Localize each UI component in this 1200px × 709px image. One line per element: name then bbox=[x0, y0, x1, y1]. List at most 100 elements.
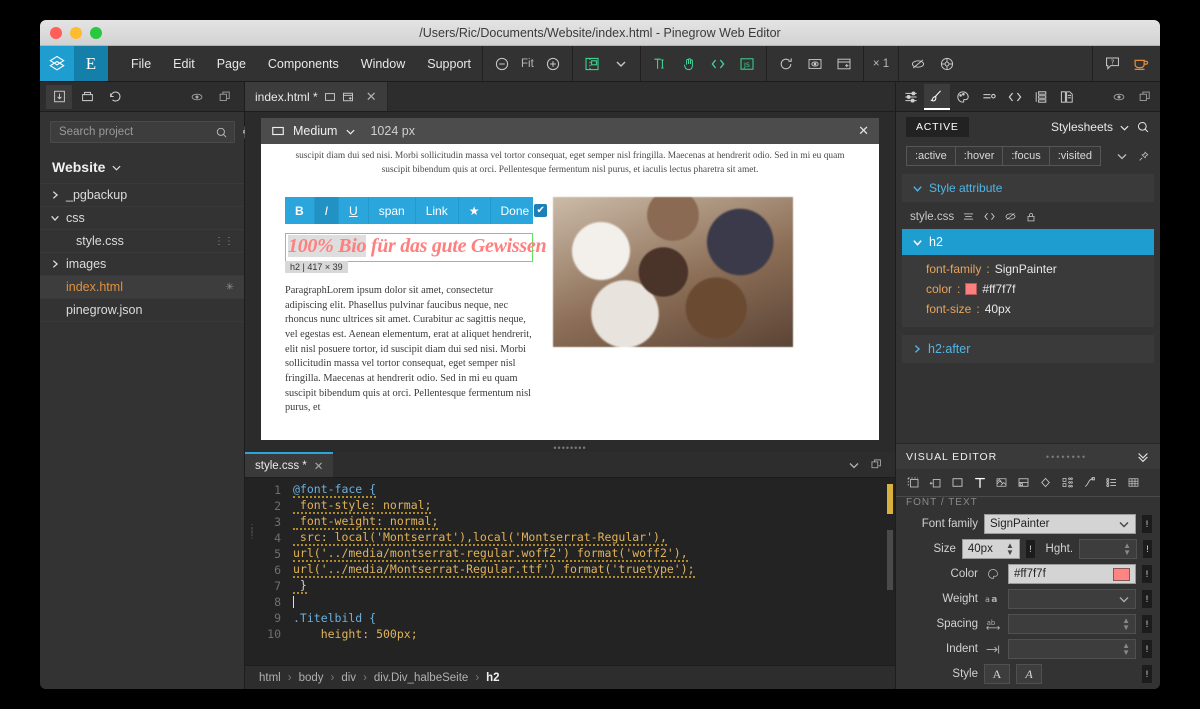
weight-important-toggle[interactable]: ! bbox=[1142, 590, 1152, 608]
font-style-normal-button[interactable]: A bbox=[984, 664, 1010, 684]
menu-support[interactable]: Support bbox=[416, 51, 482, 77]
line-height-stepper[interactable]: ▲ ▼ bbox=[1079, 539, 1138, 559]
list-style-icon[interactable] bbox=[1102, 473, 1121, 493]
lock-icon[interactable] bbox=[1025, 211, 1037, 223]
help-icon[interactable]: ? bbox=[1102, 54, 1122, 74]
chevron-down-icon[interactable] bbox=[345, 126, 356, 137]
tree-item-pgbackup[interactable]: _pgbackup bbox=[40, 183, 244, 206]
tree-item-pinegrow-json[interactable]: pinegrow.json bbox=[40, 298, 244, 321]
tree-item-css[interactable]: css bbox=[40, 206, 244, 229]
margin-icon[interactable] bbox=[904, 473, 923, 493]
background-icon[interactable] bbox=[992, 473, 1011, 493]
css-rule-h2-after[interactable]: h2:after bbox=[902, 335, 1154, 363]
close-code-tab-icon[interactable]: ✕ bbox=[314, 459, 324, 473]
undo-icon[interactable] bbox=[102, 85, 128, 109]
breadcrumb-item-html[interactable]: html bbox=[259, 672, 281, 684]
panel-resize-handle[interactable]: •••••••• bbox=[245, 443, 895, 453]
style-important-toggle[interactable]: ! bbox=[1142, 665, 1152, 683]
stepper-arrows-icon[interactable]: ▲ ▼ bbox=[1123, 542, 1131, 557]
pinegrow-logo-icon[interactable] bbox=[40, 46, 74, 81]
tree-structure-icon[interactable] bbox=[1028, 84, 1054, 110]
search-box[interactable] bbox=[50, 121, 235, 143]
color-swatch[interactable] bbox=[1113, 567, 1130, 581]
chevron-down-icon[interactable] bbox=[50, 213, 66, 223]
properties-sliders-icon[interactable] bbox=[898, 84, 924, 110]
typography-icon[interactable] bbox=[970, 473, 989, 493]
font-size-important-toggle[interactable]: ! bbox=[1025, 540, 1035, 558]
breadcrumb-item-body[interactable]: body bbox=[299, 672, 324, 684]
heading-text[interactable]: 100% Bio für das gute Gewissen bbox=[286, 234, 547, 261]
letter-spacing-stepper[interactable]: ▲ ▼ bbox=[1008, 614, 1136, 634]
color-important-toggle[interactable]: ! bbox=[1142, 565, 1152, 583]
chevron-down-icon[interactable] bbox=[111, 162, 122, 173]
zoom-out-icon[interactable] bbox=[492, 54, 512, 74]
stepper-arrows-icon[interactable]: ▲ ▼ bbox=[1122, 617, 1130, 632]
declaration-color[interactable]: color: #ff7f7f bbox=[902, 279, 1154, 299]
chevron-down-icon[interactable] bbox=[611, 54, 631, 74]
grid-layout-icon[interactable] bbox=[582, 54, 602, 74]
color-input[interactable]: #ff7f7f bbox=[1008, 564, 1136, 584]
chevron-right-icon[interactable] bbox=[50, 259, 66, 269]
muffins-photo[interactable] bbox=[553, 197, 793, 348]
toggle-visibility-icon[interactable] bbox=[1106, 84, 1132, 110]
state-hover[interactable]: :hover bbox=[954, 146, 1004, 166]
zoom-in-icon[interactable] bbox=[543, 54, 563, 74]
toggle-visibility-icon[interactable] bbox=[184, 85, 210, 109]
declaration-font-family[interactable]: font-family: SignPainter bbox=[902, 259, 1154, 279]
menu-page[interactable]: Page bbox=[206, 51, 257, 77]
state-focus[interactable]: :focus bbox=[1002, 146, 1050, 166]
device-icon[interactable] bbox=[271, 124, 285, 138]
stylesheet-name[interactable]: style.css bbox=[910, 211, 954, 223]
code-tag-icon[interactable] bbox=[1002, 84, 1028, 110]
coffee-cup-icon[interactable] bbox=[1131, 54, 1151, 74]
selected-heading-element[interactable]: 100% Bio für das gute Gewissen h2 | 417 … bbox=[285, 233, 547, 274]
tree-item-style-css[interactable]: style.css ⋮⋮ bbox=[40, 229, 244, 252]
spacing-important-toggle[interactable]: ! bbox=[1142, 615, 1152, 633]
done-button[interactable]: Done ✔ bbox=[491, 197, 558, 224]
layout-icon[interactable] bbox=[1014, 473, 1033, 493]
add-window-icon[interactable] bbox=[834, 54, 854, 74]
underline-button[interactable]: U bbox=[339, 197, 369, 225]
font-size-stepper[interactable]: 40px ▲ ▼ bbox=[961, 539, 1020, 559]
box-icon[interactable] bbox=[948, 473, 967, 493]
style-brush-icon[interactable] bbox=[924, 83, 950, 110]
chevron-down-icon[interactable] bbox=[1116, 150, 1128, 163]
breadcrumb-item-h2[interactable]: h2 bbox=[486, 672, 499, 684]
editor-scroll-marker[interactable] bbox=[887, 484, 893, 514]
hand-select-icon[interactable] bbox=[679, 54, 699, 74]
breadcrumb-item-div-halbeseite[interactable]: div.Div_halbeSeite bbox=[374, 672, 468, 684]
font-family-important-toggle[interactable]: ! bbox=[1142, 515, 1152, 533]
menu-window[interactable]: Window bbox=[350, 51, 416, 77]
effects-icon[interactable] bbox=[1058, 473, 1077, 493]
table-icon[interactable] bbox=[1124, 473, 1143, 493]
tree-item-images[interactable]: images bbox=[40, 252, 244, 275]
star-icon[interactable]: ★ bbox=[459, 197, 491, 225]
chevron-right-icon[interactable] bbox=[912, 344, 922, 354]
library-icon[interactable] bbox=[1054, 84, 1080, 110]
code-tab-style-css[interactable]: style.css * ✕ bbox=[245, 452, 334, 477]
stepper-arrows-icon[interactable]: ▲ ▼ bbox=[1006, 542, 1014, 557]
detach-panel-icon[interactable] bbox=[1132, 84, 1158, 110]
link-button[interactable]: Link bbox=[416, 197, 459, 225]
editor-mode-icon[interactable]: E bbox=[74, 46, 108, 81]
chevron-double-down-icon[interactable] bbox=[1136, 450, 1150, 464]
multiplier-label[interactable]: × 1 bbox=[873, 58, 889, 70]
chevron-down-icon[interactable] bbox=[912, 237, 923, 248]
font-family-select[interactable]: SignPainter bbox=[984, 514, 1136, 534]
chevron-down-icon[interactable] bbox=[1119, 122, 1130, 133]
chevron-right-icon[interactable] bbox=[50, 190, 66, 200]
edit-code-icon[interactable] bbox=[983, 210, 996, 223]
padding-icon[interactable] bbox=[926, 473, 945, 493]
menu-file[interactable]: File bbox=[120, 51, 162, 77]
stepper-arrows-icon[interactable]: ▲ ▼ bbox=[1122, 642, 1130, 657]
search-icon[interactable] bbox=[1136, 120, 1150, 134]
refresh-icon[interactable] bbox=[776, 54, 796, 74]
editor-scrollbar[interactable] bbox=[887, 530, 893, 590]
active-tab[interactable]: ACTIVE bbox=[906, 117, 969, 137]
menu-components[interactable]: Components bbox=[257, 51, 350, 77]
declaration-font-size[interactable]: font-size: 40px bbox=[902, 299, 1154, 319]
search-input[interactable] bbox=[57, 125, 215, 139]
text-indent-stepper[interactable]: ▲ ▼ bbox=[1008, 639, 1136, 659]
chevron-down-icon[interactable] bbox=[1118, 518, 1130, 530]
disable-stylesheet-icon[interactable] bbox=[1004, 210, 1017, 223]
